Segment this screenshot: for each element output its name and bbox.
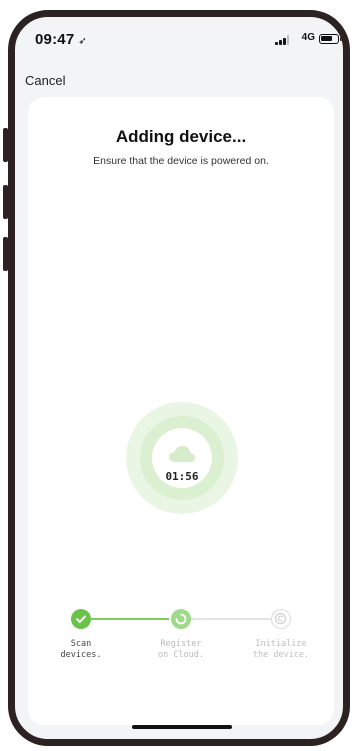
cloud-icon xyxy=(169,446,195,462)
step-label-line: Scan xyxy=(70,639,92,649)
location-arrow-icon: ➶ xyxy=(78,36,87,47)
page-title: Adding device... xyxy=(115,127,247,146)
step-label-line: Initialize xyxy=(255,639,307,649)
step-label-line: devices. xyxy=(60,650,102,660)
step-initialize-dot xyxy=(271,609,291,629)
step-register-dot xyxy=(171,609,191,629)
cancel-button[interactable]: Cancel xyxy=(25,73,65,88)
status-time-text: 09:47 xyxy=(35,31,75,48)
step-label-line: the device. xyxy=(252,650,310,660)
phone-frame: 09:47 ➶ 4G Cancel Adding device... Ensure… xyxy=(8,10,350,746)
step-scan-dot xyxy=(71,609,91,629)
step-label-initialize: Initialize the device. xyxy=(246,639,316,661)
battery-icon xyxy=(319,34,342,44)
progress-steps: Scan devices. Register on Cloud. Initial… xyxy=(28,609,334,679)
signal-icon xyxy=(275,35,291,45)
progress-indicator: 01:56 xyxy=(126,402,238,514)
spinner-icon xyxy=(175,613,187,625)
home-indicator[interactable] xyxy=(132,725,232,729)
check-icon xyxy=(76,615,86,623)
status-bar: 09:47 ➶ 4G xyxy=(15,17,343,63)
step-connector-2 xyxy=(191,618,271,620)
step-connector-1 xyxy=(91,618,169,620)
step-label-line: Register xyxy=(160,639,202,649)
network-type: 4G xyxy=(301,32,315,43)
page-subtitle: Ensure that the device is powered on. xyxy=(93,155,269,167)
status-time: 09:47 ➶ xyxy=(35,31,87,48)
adding-device-card: Adding device... Ensure that the device … xyxy=(28,97,334,725)
step-label-line: on Cloud. xyxy=(157,650,205,660)
c-icon xyxy=(274,612,287,625)
step-label-register: Register on Cloud. xyxy=(146,639,216,661)
countdown-timer: 01:56 xyxy=(165,470,199,483)
step-label-scan: Scan devices. xyxy=(46,639,116,661)
